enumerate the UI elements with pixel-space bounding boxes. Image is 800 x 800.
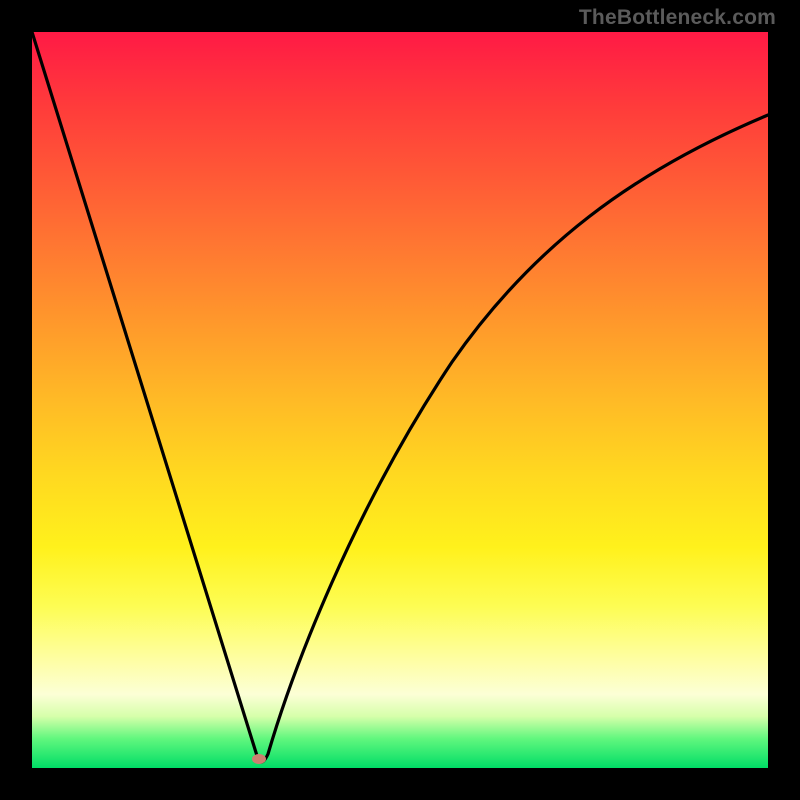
curve-path [32, 32, 768, 762]
chart-frame: TheBottleneck.com [0, 0, 800, 800]
bottleneck-curve [32, 32, 768, 768]
watermark-label: TheBottleneck.com [579, 6, 776, 30]
optimal-point-marker [252, 754, 266, 764]
plot-area [32, 32, 768, 768]
